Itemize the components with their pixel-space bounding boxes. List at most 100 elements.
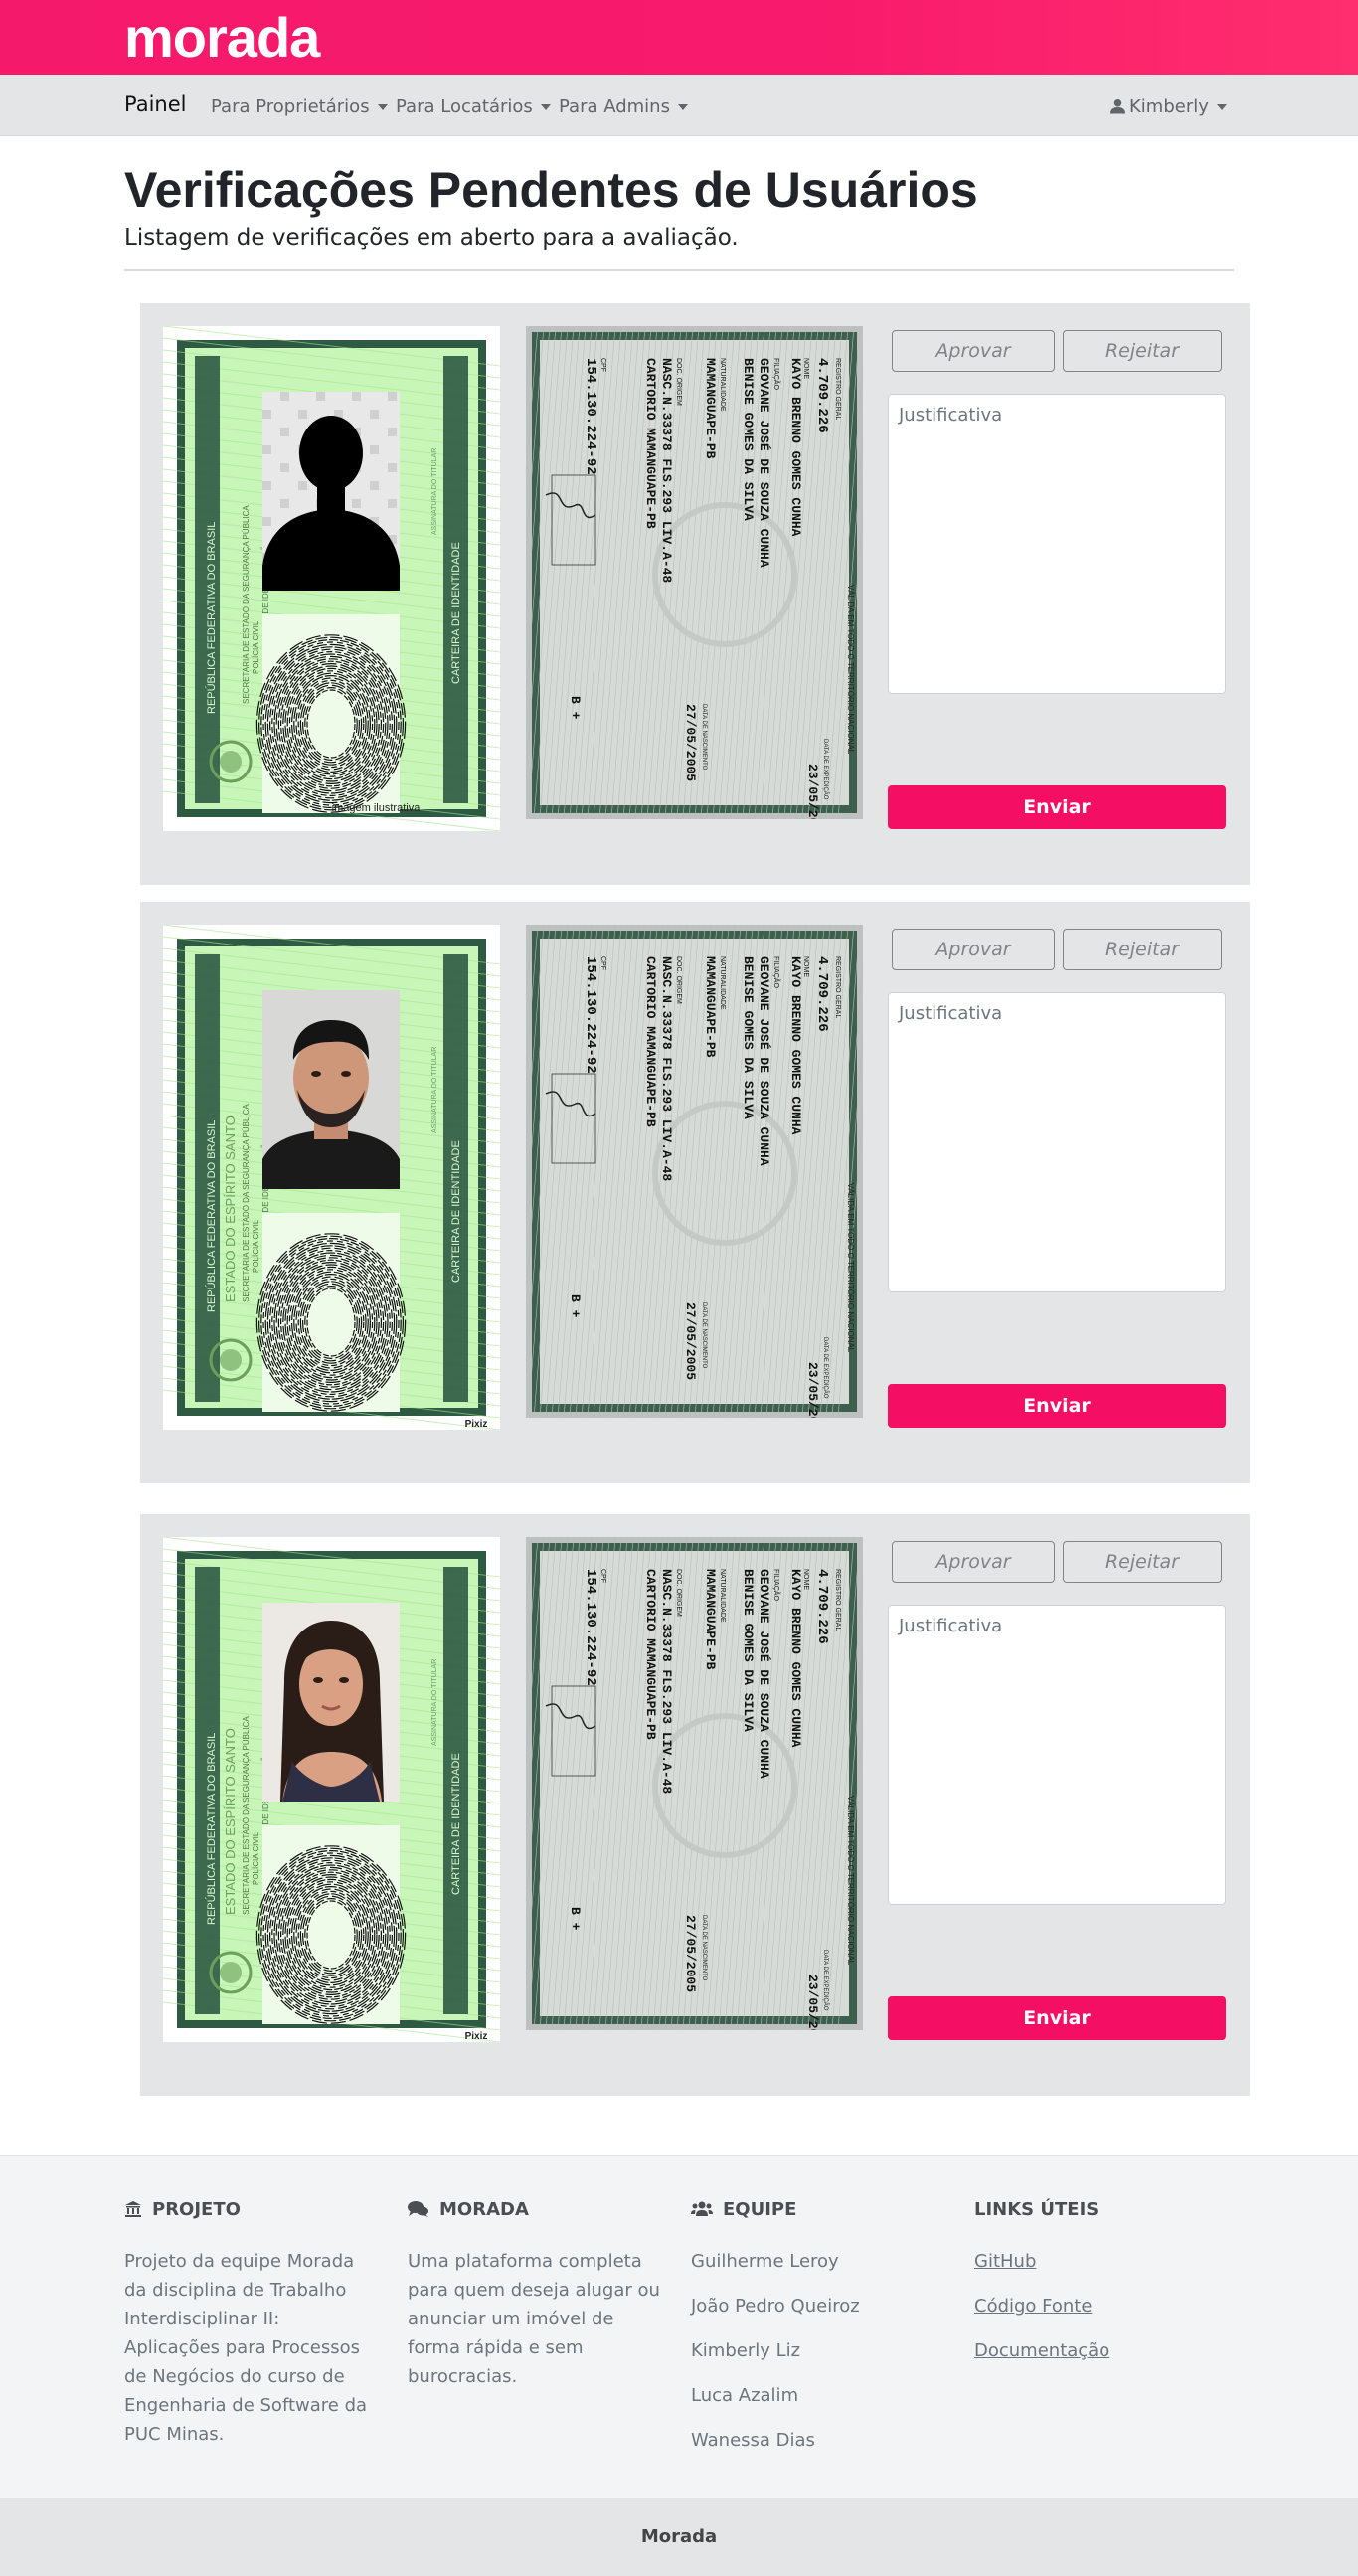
svg-text:DATA DE NASCIMENTO: DATA DE NASCIMENTO (701, 1302, 707, 1369)
svg-text:23/05/2018: 23/05/2018 (805, 1975, 820, 2030)
svg-text:SECRETARIA DE ESTADO DA SEGURA: SECRETARIA DE ESTADO DA SEGURANÇA PÚBLIC… (242, 1104, 251, 1302)
footer-equipe-title: EQUIPE (723, 2199, 797, 2220)
reject-button[interactable]: Rejeitar (1063, 330, 1222, 372)
brand-logo[interactable]: morada (124, 4, 320, 72)
svg-text:27/05/2005: 27/05/2005 (683, 1915, 698, 1992)
svg-text:POLÍCIA CIVIL: POLÍCIA CIVIL (252, 1219, 260, 1273)
approve-button[interactable]: Aprovar (892, 929, 1055, 970)
footer-col-links: LINKS ÚTEIS GitHub Código Fonte Document… (974, 2195, 1223, 2381)
nav-home-link[interactable]: Painel (124, 92, 187, 116)
svg-text:MAMANGUAPE-PB: MAMANGUAPE-PB (703, 358, 718, 459)
footer-col-projeto: PROJETO Projeto da equipe Morada da disc… (124, 2195, 373, 2449)
svg-text:POLÍCIA CIVIL: POLÍCIA CIVIL (252, 1831, 260, 1885)
svg-text:DATA DE EXPEDIÇÃO: DATA DE EXPEDIÇÃO (822, 1950, 829, 2011)
svg-text:NASC.N.33378 FLS.293 LIV.A-48: NASC.N.33378 FLS.293 LIV.A-48 (659, 956, 674, 1181)
chevron-down-icon (677, 104, 688, 110)
footer-projeto-title: PROJETO (152, 2199, 241, 2220)
reject-button[interactable]: Rejeitar (1063, 1541, 1222, 1583)
svg-text:Pixiz: Pixiz (465, 1419, 488, 1430)
id-back-image[interactable]: REGISTRO GERAL 4.709.226 NOME KAYO BRENNO G… (485, 924, 879, 1440)
footer-morada-text: Uma plataforma completa para quem deseja… (408, 2251, 660, 2387)
justification-textarea[interactable]: Justificativa (888, 1605, 1226, 1905)
source-code-link[interactable]: Código Fonte (974, 2292, 1223, 2336)
svg-text:VÁLIDA EM TODO O TERRITÓRIO NA: VÁLIDA EM TODO O TERRITÓRIO NACIONAL (846, 1183, 855, 1353)
footer-col-morada: MORADA Uma plataforma completa para quem… (408, 2195, 660, 2391)
svg-text:KAYO BRENNO GOMES CUNHA: KAYO BRENNO GOMES CUNHA (788, 1569, 803, 1748)
svg-text:NASC.N.33378 FLS.293 LIV.A-48: NASC.N.33378 FLS.293 LIV.A-48 (659, 358, 674, 583)
approve-button[interactable]: Aprovar (892, 1541, 1055, 1583)
svg-text:B +: B + (568, 696, 583, 720)
svg-text:CARTEIRA DE IDENTIDADE: CARTEIRA DE IDENTIDADE (450, 542, 462, 684)
svg-text:27/05/2005: 27/05/2005 (683, 1302, 698, 1380)
id-front-svg: REPÚBLICA FEDERATIVA DO BRASIL ESTADO DO … (162, 1536, 501, 2043)
svg-text:Pixiz: Pixiz (465, 2031, 488, 2042)
svg-text:DOC. ORIGEM: DOC. ORIGEM (675, 1569, 682, 1617)
svg-text:ASSINATURA DO TITULAR: ASSINATURA DO TITULAR (431, 448, 438, 535)
svg-text:23/05/2018: 23/05/2018 (805, 764, 820, 819)
id-back-svg: REGISTRO GERAL4.709.226NOMEKAYO BRENNO G… (485, 325, 879, 841)
footer-bottom-bar: Morada (0, 2498, 1358, 2576)
svg-text:BENISE GOMES DA SILVA: BENISE GOMES DA SILVA (741, 956, 756, 1119)
svg-text:FILIAÇÃO: FILIAÇÃO (772, 358, 781, 390)
svg-text:ASSINATURA DO TITULAR: ASSINATURA DO TITULAR (431, 1659, 438, 1746)
verification-card: REPÚBLICA FEDERATIVA DO BRASIL ESTADO DO … (140, 1514, 1250, 2096)
send-button[interactable]: Enviar (888, 785, 1226, 829)
footer-morada-title: MORADA (439, 2199, 529, 2220)
id-back-image[interactable]: REGISTRO GERAL 4.709.226 NOME KAYO BRENNO G… (485, 1536, 879, 2052)
svg-text:MAMANGUAPE-PB: MAMANGUAPE-PB (703, 1569, 718, 1670)
send-button[interactable]: Enviar (888, 1996, 1226, 2040)
nav-owners-label: Para Proprietários (211, 96, 370, 117)
svg-text:23/05/2018: 23/05/2018 (805, 1362, 820, 1418)
id-back-image[interactable]: REGISTRO GERAL 4.709.226 NOME KAYO BRENNO G… (485, 325, 879, 841)
svg-text:FILIAÇÃO: FILIAÇÃO (772, 956, 781, 988)
svg-text:imagem ilustrativa: imagem ilustrativa (332, 802, 422, 814)
links-list: GitHub Código Fonte Documentação (974, 2247, 1223, 2381)
svg-text:GEOVANE JOSÉ DE SOUZA CUNHA: GEOVANE JOSÉ DE SOUZA CUNHA (757, 956, 771, 1166)
svg-text:NATURALIDADE: NATURALIDADE (719, 956, 726, 1010)
svg-text:REPÚBLICA FEDERATIVA DO BRASIL: REPÚBLICA FEDERATIVA DO BRASIL (205, 1120, 218, 1312)
user-menu-dropdown[interactable]: Kimberly (1110, 96, 1227, 117)
chevron-down-icon (540, 104, 551, 110)
page-subtitle: Listagem de verificações em aberto para … (124, 225, 739, 251)
send-button[interactable]: Enviar (888, 1384, 1226, 1428)
users-icon (691, 2201, 713, 2216)
footer-links-title: LINKS ÚTEIS (974, 2199, 1100, 2220)
svg-text:B +: B + (568, 1294, 583, 1318)
svg-text:BENISE GOMES DA SILVA: BENISE GOMES DA SILVA (741, 1569, 756, 1732)
github-link[interactable]: GitHub (974, 2247, 1223, 2292)
svg-text:NATURALIDADE: NATURALIDADE (719, 358, 726, 412)
svg-text:BENISE GOMES DA SILVA: BENISE GOMES DA SILVA (741, 358, 756, 521)
svg-text:B +: B + (568, 1907, 583, 1931)
nav-tenants-dropdown[interactable]: Para Locatários (396, 96, 551, 117)
footer-col-equipe: EQUIPE Guilherme Leroy João Pedro Queiro… (691, 2195, 939, 2471)
svg-text:DOC. ORIGEM: DOC. ORIGEM (675, 358, 682, 406)
nav-admins-dropdown[interactable]: Para Admins (559, 96, 688, 117)
svg-text:REPÚBLICA FEDERATIVA DO BRASIL: REPÚBLICA FEDERATIVA DO BRASIL (205, 1733, 218, 1925)
svg-text:4.709.226: 4.709.226 (814, 358, 830, 433)
id-front-image[interactable]: REPÚBLICA FEDERATIVA DO BRASIL ESTADO DO … (162, 924, 501, 1431)
svg-text:MAMANGUAPE-PB: MAMANGUAPE-PB (703, 956, 718, 1058)
svg-text:4.709.226: 4.709.226 (814, 1569, 830, 1644)
svg-text:154.130.224-92: 154.130.224-92 (583, 1569, 598, 1686)
footer-projeto-text: Projeto da equipe Morada da disciplina d… (124, 2251, 368, 2445)
svg-text:REPÚBLICA FEDERATIVA DO BRASIL: REPÚBLICA FEDERATIVA DO BRASIL (205, 522, 218, 714)
team-member: João Pedro Queiroz (691, 2296, 860, 2317)
verification-card: REPÚBLICA FEDERATIVA DO BRASIL SECRETARIA… (140, 303, 1250, 885)
justification-textarea[interactable]: Justificativa (888, 992, 1226, 1292)
svg-text:CPF: CPF (599, 1569, 606, 1583)
id-front-image[interactable]: REPÚBLICA FEDERATIVA DO BRASIL SECRETARIA… (162, 325, 501, 832)
approve-button[interactable]: Aprovar (892, 330, 1055, 372)
justification-textarea[interactable]: Justificativa (888, 394, 1226, 694)
reject-button[interactable]: Rejeitar (1063, 929, 1222, 970)
nav-admins-label: Para Admins (559, 96, 670, 117)
documentation-link[interactable]: Documentação (974, 2336, 1223, 2381)
team-member: Guilherme Leroy (691, 2251, 839, 2272)
divider (124, 269, 1234, 271)
id-front-image[interactable]: REPÚBLICA FEDERATIVA DO BRASIL ESTADO DO … (162, 1536, 501, 2043)
svg-text:REGISTRO GERAL: REGISTRO GERAL (834, 1569, 841, 1631)
user-icon (1110, 98, 1125, 114)
svg-text:DOC. ORIGEM: DOC. ORIGEM (675, 956, 682, 1004)
chat-icon (408, 2201, 428, 2217)
nav-owners-dropdown[interactable]: Para Proprietários (211, 96, 388, 117)
svg-text:SECRETARIA DE ESTADO DA SEGURA: SECRETARIA DE ESTADO DA SEGURANÇA PÚBLIC… (242, 1716, 251, 1915)
